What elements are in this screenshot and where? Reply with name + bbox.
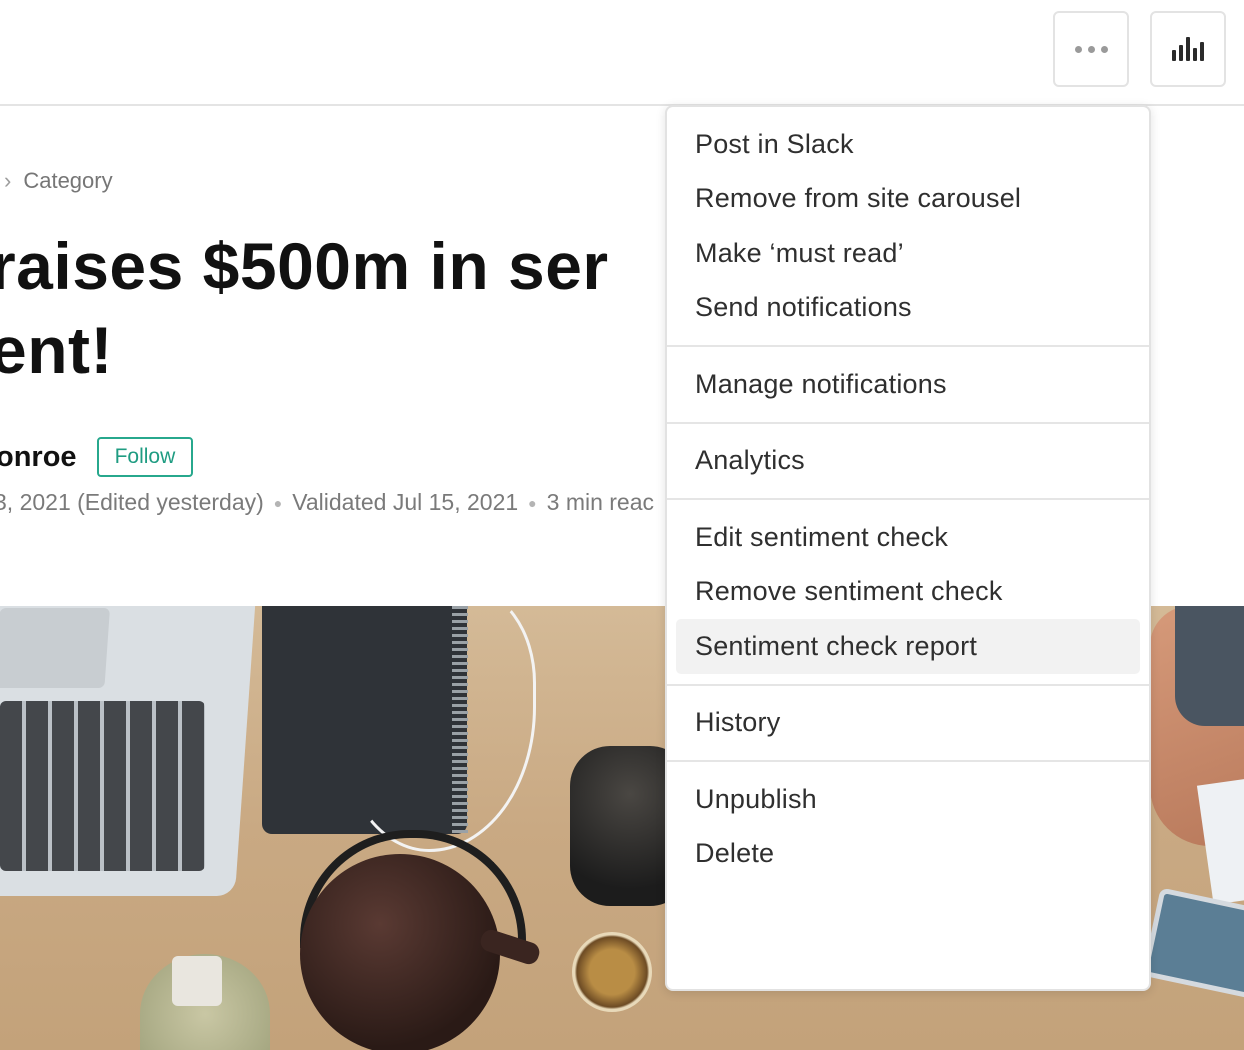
sleeve-shape xyxy=(1175,606,1244,726)
breadcrumb-category[interactable]: Category xyxy=(23,168,112,194)
menu-item-sentiment-check-report[interactable]: Sentiment check report xyxy=(676,619,1140,674)
menu-item-delete[interactable]: Delete xyxy=(676,827,1140,882)
analytics-button[interactable] xyxy=(1150,11,1226,87)
menu-group-sentiment: Edit sentiment check Remove sentiment ch… xyxy=(667,500,1149,686)
article-title: raises $500m in ser ent! xyxy=(0,229,609,387)
paper-shape xyxy=(1196,777,1244,905)
menu-group-analytics: Analytics xyxy=(667,424,1149,500)
author-name[interactable]: onroe xyxy=(0,441,77,474)
article-meta: 3, 2021 (Edited yesterday) ● Validated J… xyxy=(0,489,654,516)
menu-item-post-in-slack[interactable]: Post in Slack xyxy=(676,117,1140,172)
breadcrumb: › Category xyxy=(4,168,113,194)
earphone-cable xyxy=(340,606,536,852)
menu-item-remove-sentiment-check[interactable]: Remove sentiment check xyxy=(676,565,1140,620)
bar-chart-icon xyxy=(1172,37,1204,61)
separator-dot: ● xyxy=(528,494,537,511)
menu-item-unpublish[interactable]: Unpublish xyxy=(676,772,1140,827)
menu-group-notifications: Manage notifications xyxy=(667,347,1149,424)
more-options-button[interactable] xyxy=(1053,11,1129,87)
read-time: 3 min reac xyxy=(546,489,655,515)
bottle-cap xyxy=(172,956,222,1006)
separator-dot: ● xyxy=(273,494,283,511)
menu-group-danger: Unpublish Delete xyxy=(667,762,1149,891)
menu-item-make-must-read[interactable]: Make ‘must read’ xyxy=(676,226,1140,281)
author-row: onroe Follow xyxy=(0,437,194,477)
follow-button[interactable]: Follow xyxy=(96,437,194,477)
validated-date: Validated Jul 15, 2021 xyxy=(292,489,519,515)
menu-item-edit-sentiment-check[interactable]: Edit sentiment check xyxy=(676,510,1140,565)
more-options-menu: Post in Slack Remove from site carousel … xyxy=(665,105,1151,991)
menu-item-send-notifications[interactable]: Send notifications xyxy=(676,281,1140,336)
menu-item-analytics[interactable]: Analytics xyxy=(676,434,1140,489)
menu-group-publishing: Post in Slack Remove from site carousel … xyxy=(667,107,1149,347)
menu-item-remove-from-carousel[interactable]: Remove from site carousel xyxy=(676,172,1140,227)
menu-group-history: History xyxy=(667,686,1149,762)
menu-item-manage-notifications[interactable]: Manage notifications xyxy=(676,357,1140,412)
menu-item-history[interactable]: History xyxy=(676,696,1140,751)
tea-cup xyxy=(572,932,652,1012)
tablet-shape xyxy=(1142,887,1244,1003)
more-horizontal-icon xyxy=(1074,45,1108,53)
teapot-shape xyxy=(300,854,500,1050)
keyboard-shape xyxy=(0,701,205,871)
chevron-right-icon: › xyxy=(4,168,12,193)
published-date: 3, 2021 (Edited yesterday) xyxy=(0,489,264,515)
top-toolbar xyxy=(0,0,1244,106)
